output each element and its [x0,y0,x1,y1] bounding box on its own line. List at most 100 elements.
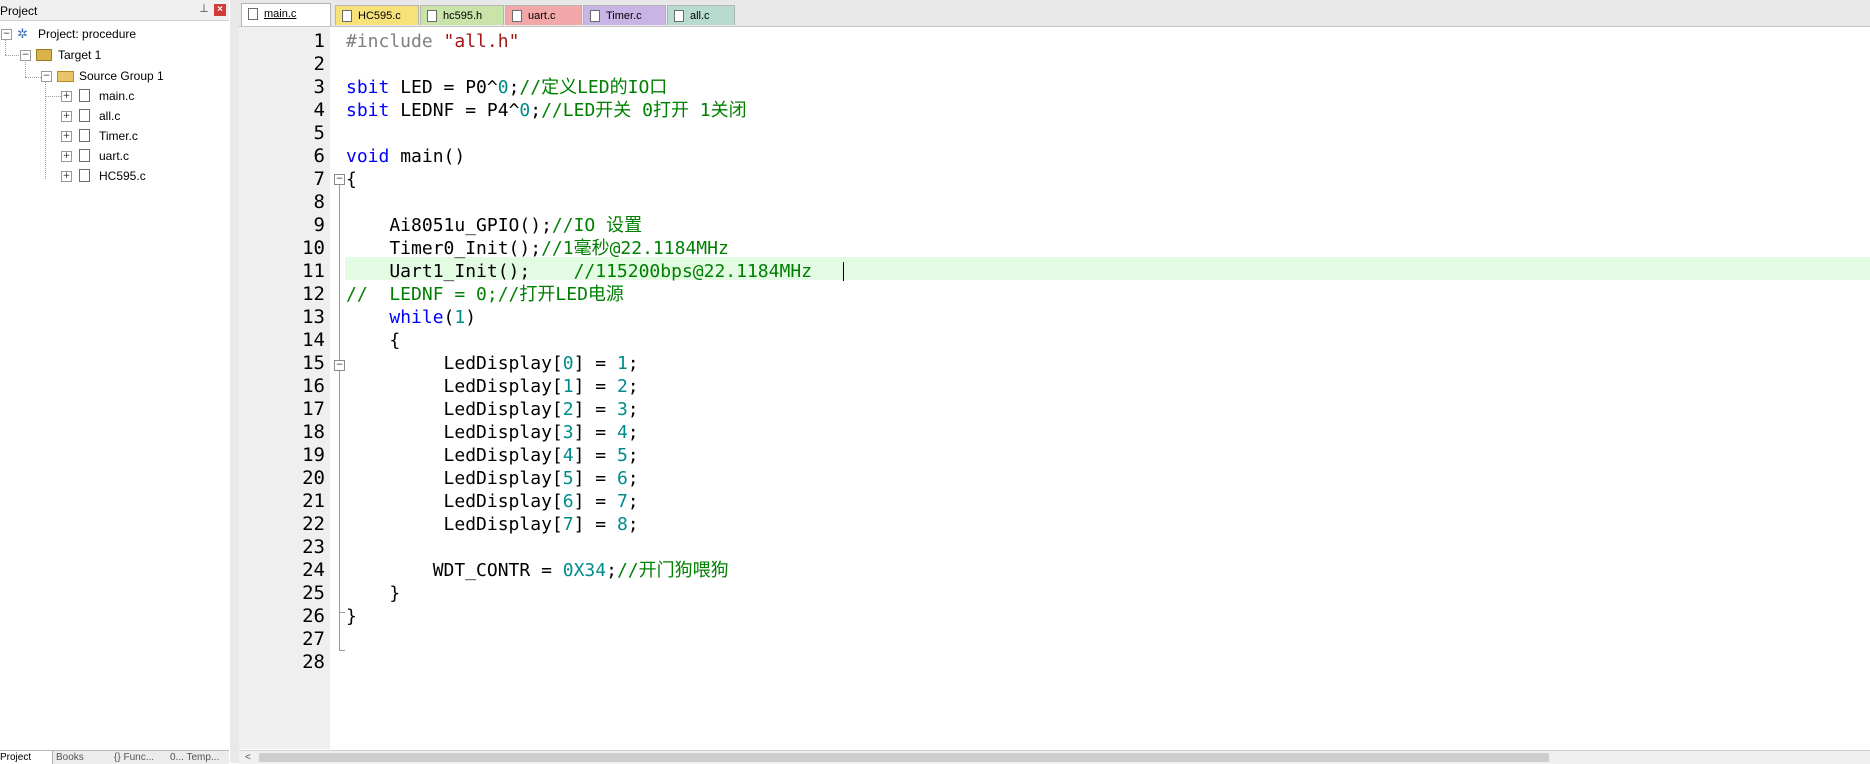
file-icon [590,10,600,22]
tree-file-timer[interactable]: + Timer.c [0,128,200,146]
file-icon [427,10,437,22]
bottom-tab-templates[interactable]: 0... Temp... [170,751,228,764]
tree-node-target[interactable]: − Target 1 [0,47,200,65]
project-panel-bottom-tabs: Project Books {} Func... 0... Temp... [0,750,229,764]
line-number: 18 [302,421,325,443]
tab-label: Timer.c [606,10,642,22]
tree-label-project: Project: procedure [38,27,137,41]
expand-icon[interactable]: + [61,111,72,122]
code-line-7: { [346,169,357,190]
fold-end-marker [339,612,345,613]
tab-label: hc595.h [443,10,483,22]
tree-label-target: Target 1 [58,48,102,62]
code-editor[interactable]: 1 2 3 4 5 6 7 8 9 10 11 12 13 14 15 16 17 18 19 20 21 22 23 24 2… [239,27,1870,749]
code-line-17: LedDisplay[2] = 3; [346,399,639,420]
bottom-tab-project[interactable]: Project [0,751,53,764]
close-icon[interactable]: × [214,4,226,16]
code-line-6: void main() [346,146,466,167]
line-number: 10 [302,237,325,259]
bottom-tab-functions[interactable]: {} Func... [114,751,164,764]
expand-icon[interactable]: + [61,91,72,102]
target-icon [36,49,52,61]
file-icon [512,10,522,22]
code-line-22: LedDisplay[7] = 8; [346,514,639,535]
code-line-13: while(1) [389,307,477,328]
scrollbar-thumb[interactable] [259,753,1549,762]
code-line-20: LedDisplay[5] = 6; [346,468,639,489]
file-icon [79,149,90,162]
code-line-15: LedDisplay[0] = 1; [346,353,639,374]
fold-collapse-icon[interactable]: − [334,360,345,371]
line-number: 3 [313,76,325,98]
expand-icon[interactable]: + [61,131,72,142]
line-number: 11 [302,260,325,282]
pin-icon[interactable]: ⊥ [198,3,210,15]
tab-label: main.c [264,8,297,20]
file-icon [79,109,90,122]
horizontal-scrollbar[interactable]: < [239,750,1870,764]
fold-guide [339,185,340,650]
line-number: 27 [302,628,325,650]
scroll-left-icon[interactable]: < [245,751,251,764]
code-line-16: LedDisplay[1] = 2; [346,376,639,397]
code-line-1: #include "all.h" [346,31,520,52]
tab-label: all.c [690,10,710,22]
file-icon [79,169,90,182]
line-number: 22 [302,513,325,535]
line-number: 12 [302,283,325,305]
line-number: 19 [302,444,325,466]
bottom-tab-books[interactable]: Books [56,751,106,764]
tab-main-c[interactable]: main.c [241,3,331,26]
line-number: 4 [313,99,325,121]
tree-file-label: uart.c [99,149,130,163]
fold-collapse-icon[interactable]: − [334,174,345,185]
tab-all-c[interactable]: all.c [667,5,735,25]
tab-uart-c[interactable]: uart.c [505,5,582,25]
tree-file-all[interactable]: + all.c [0,108,200,126]
tree-label-group: Source Group 1 [79,69,164,83]
line-number: 25 [302,582,325,604]
tree-file-hc595[interactable]: + HC595.c [0,168,200,186]
tab-hc595-c[interactable]: HC595.c [335,5,419,25]
folder-icon [57,71,74,82]
project-panel: Project ⊥ × − ✲ Project: procedure − Tar… [0,0,231,764]
expand-icon[interactable]: + [61,171,72,182]
project-icon: ✲ [17,26,28,41]
line-number: 15 [302,352,325,374]
tree-file-label: Timer.c [99,129,138,143]
code-line-19: LedDisplay[4] = 5; [346,445,639,466]
collapse-icon[interactable]: − [20,50,31,61]
file-icon [79,129,90,142]
tab-hc595-h[interactable]: hc595.h [420,5,504,25]
line-number: 20 [302,467,325,489]
tab-timer-c[interactable]: Timer.c [583,5,666,25]
collapse-icon[interactable]: − [41,71,52,82]
line-number: 14 [302,329,325,351]
editor-tab-bar: main.c HC595.c hc595.h uart.c Timer.c al… [239,0,1870,27]
code-line-18: LedDisplay[3] = 4; [346,422,639,443]
line-number: 8 [313,191,325,213]
code-line-9: Ai8051u_GPIO();//IO 设置 [346,215,643,236]
tree-file-main[interactable]: + main.c [0,88,200,106]
code-line-25: } [346,583,401,604]
project-panel-header: Project ⊥ × [0,0,229,21]
line-number: 7 [313,168,325,190]
text-caret [843,262,844,281]
file-icon [342,10,352,22]
panel-splitter[interactable] [230,0,239,763]
project-panel-title: Project [0,4,38,18]
line-number: 2 [313,53,325,75]
code-line-12: // LEDNF = 0;//打开LED电源 [346,284,624,305]
line-number: 9 [313,214,325,236]
tree-file-label: all.c [99,109,121,123]
code-line-10: Timer0_Init();//1毫秒@22.1184MHz [346,238,729,259]
line-number: 6 [313,145,325,167]
tree-file-uart[interactable]: + uart.c [0,148,200,166]
line-number: 1 [313,30,325,52]
expand-icon[interactable]: + [61,151,72,162]
tree-node-project[interactable]: − ✲ Project: procedure [0,26,200,44]
collapse-icon[interactable]: − [1,29,12,40]
line-number: 24 [302,559,325,581]
tree-node-group[interactable]: − Source Group 1 [0,68,200,86]
line-number: 16 [302,375,325,397]
